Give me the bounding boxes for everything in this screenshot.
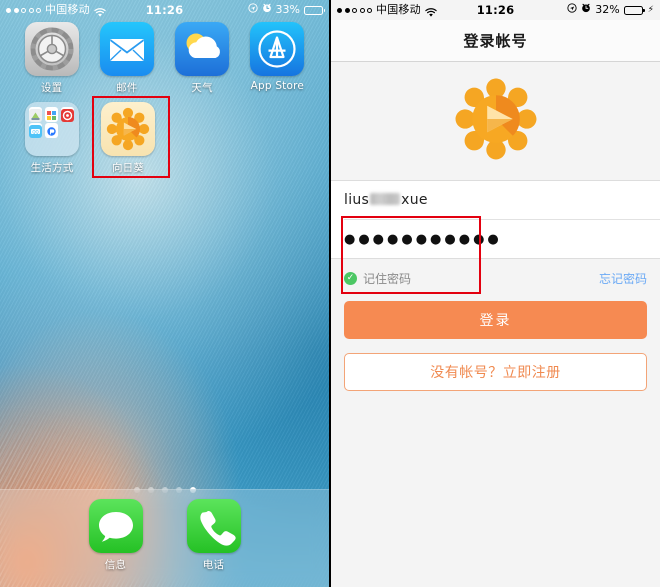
sunflower-login-screen: 中国移动 11:26 32% ⚡ 登录帐号 lius xue ●●●●●●●●●… <box>331 0 660 587</box>
app-mail[interactable]: 邮件 <box>89 22 164 95</box>
forgot-password-link[interactable]: 忘记密码 <box>599 270 647 287</box>
login-options-row: ✓ 记住密码 忘记密码 <box>331 259 660 287</box>
folder-mini-icon <box>45 123 58 138</box>
login-button[interactable]: 登录 <box>344 301 647 339</box>
battery-percent: 33% <box>275 3 300 16</box>
dock-app-messages[interactable]: 信息 <box>78 499 154 572</box>
app-app-store[interactable]: App Store <box>240 22 315 95</box>
alarm-clock-icon <box>581 0 591 20</box>
credentials-fields: lius xue ●●●●●●●●●●● <box>331 180 660 259</box>
sunflower-logo-icon <box>452 75 540 167</box>
dock: 信息 电话 <box>0 489 329 587</box>
page-title: 登录帐号 <box>463 32 528 50</box>
app-label: 信息 <box>104 559 127 571</box>
app-icon-grid: 设置 邮件 天气 App Store QQ 生活方式 向日葵 <box>0 22 329 175</box>
username-field[interactable]: lius xue <box>331 181 660 219</box>
password-value: ●●●●●●●●●●● <box>344 231 502 247</box>
alarm-clock-icon <box>262 0 272 20</box>
right-status-bar: 中国移动 11:26 32% ⚡ <box>331 0 660 20</box>
app-row-1: 设置 邮件 天气 App Store <box>14 22 315 95</box>
username-value: lius xue <box>344 192 428 208</box>
wifi-icon <box>425 5 437 17</box>
status-right-group: 32% ⚡ <box>567 0 654 20</box>
ios-home-screen: 中国移动 11:26 33% 设置 邮件 天气 App Store QQ 生活方… <box>0 0 329 587</box>
app-sunflower[interactable]: 向日葵 <box>90 102 166 175</box>
battery-icon <box>623 5 645 15</box>
status-right-group: 33% <box>247 0 325 20</box>
dock-app-phone[interactable]: 电话 <box>176 499 252 572</box>
app-label: 电话 <box>202 559 225 571</box>
app-label: 生活方式 <box>30 162 74 174</box>
battery-percent: 32% <box>595 3 620 16</box>
screenshot-stage: 中国移动 11:26 33% 设置 邮件 天气 App Store QQ 生活方… <box>0 0 660 587</box>
folder-mini-icon <box>29 107 42 122</box>
app-label: App Store <box>250 80 305 92</box>
folder-mini-icon <box>45 107 58 122</box>
app-label: 向日葵 <box>111 162 145 174</box>
settings-gear-icon <box>24 22 79 76</box>
sunflower-icon <box>101 102 155 156</box>
phone-handset-icon <box>186 499 241 553</box>
location-arrow-icon <box>567 0 577 20</box>
left-phone-screen: 中国移动 11:26 33% 设置 邮件 天气 App Store QQ 生活方… <box>0 0 329 587</box>
app-weather[interactable]: 天气 <box>165 22 240 95</box>
login-body: lius xue ●●●●●●●●●●● ✓ 记住密码 忘记密码 登录 没有帐号？… <box>331 62 660 587</box>
remember-password-toggle[interactable]: ✓ 记住密码 <box>344 270 411 287</box>
password-field[interactable]: ●●●●●●●●●●● <box>344 219 660 258</box>
svg-text:QQ: QQ <box>32 129 38 134</box>
logo-container <box>331 62 660 180</box>
weather-sun-cloud-icon <box>175 22 230 76</box>
app-label: 邮件 <box>116 82 138 94</box>
login-buttons: 登录 没有帐号？立即注册 <box>331 287 660 391</box>
battery-icon <box>304 5 325 15</box>
folder-mini-icon: QQ <box>29 123 42 138</box>
wifi-icon <box>94 5 106 17</box>
app-label: 设置 <box>40 82 63 94</box>
app-settings[interactable]: 设置 <box>14 22 89 95</box>
register-button[interactable]: 没有帐号？立即注册 <box>344 353 647 391</box>
app-folder-lifestyle[interactable]: QQ 生活方式 <box>14 102 90 175</box>
left-status-bar: 中国移动 11:26 33% <box>0 0 329 20</box>
signal-strength-icon <box>337 7 372 13</box>
remember-password-label: 记住密码 <box>363 272 412 286</box>
right-phone-screen: 中国移动 11:26 32% ⚡ 登录帐号 lius xue ●●●●●●●●●… <box>331 0 660 587</box>
app-row-2: QQ 生活方式 向日葵 <box>14 102 315 175</box>
status-left-group: 中国移动 <box>337 0 437 20</box>
app-label: 天气 <box>191 82 213 94</box>
status-left-group: 中国移动 <box>6 0 106 20</box>
app-store-icon <box>250 22 305 76</box>
redaction-blur <box>370 193 401 205</box>
navigation-bar: 登录帐号 <box>331 20 660 62</box>
check-circle-icon: ✓ <box>344 272 357 285</box>
mail-envelope-icon <box>99 22 154 76</box>
messages-bubble-icon <box>88 499 143 553</box>
folder-icon: QQ <box>25 102 79 156</box>
folder-mini-icon <box>61 107 74 122</box>
carrier-name: 中国移动 <box>45 3 90 16</box>
signal-strength-icon <box>6 7 41 13</box>
lightning-bolt-icon: ⚡ <box>647 4 654 15</box>
location-arrow-icon <box>247 0 258 20</box>
carrier-name: 中国移动 <box>376 3 421 16</box>
